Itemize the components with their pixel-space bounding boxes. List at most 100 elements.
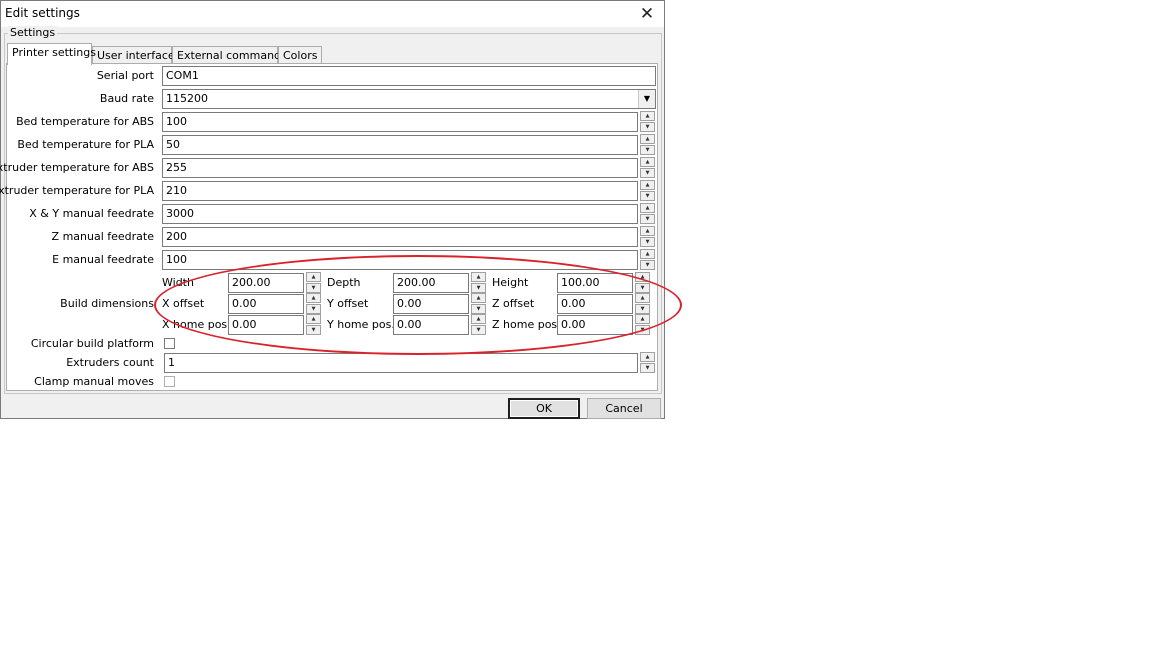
y-offset-spinner[interactable]: ▲ ▼ bbox=[471, 293, 486, 314]
width-spinner[interactable]: ▲ ▼ bbox=[306, 272, 321, 293]
tab-label: Printer settings bbox=[12, 46, 96, 59]
tab-label: Colors bbox=[283, 49, 318, 62]
spin-up-icon[interactable]: ▲ bbox=[306, 293, 321, 303]
xy-feedrate-label: X & Y manual feedrate bbox=[29, 207, 154, 220]
ok-button[interactable]: OK bbox=[508, 398, 580, 419]
width-field[interactable]: 200.00 bbox=[228, 273, 304, 293]
spin-down-icon[interactable]: ▼ bbox=[640, 214, 655, 224]
serial-port-field[interactable]: COM1 bbox=[162, 66, 656, 86]
extruder-pla-spinner[interactable]: ▲ ▼ bbox=[640, 180, 655, 201]
spin-up-icon[interactable]: ▲ bbox=[640, 157, 655, 167]
z-home-spinner[interactable]: ▲ ▼ bbox=[635, 314, 650, 335]
depth-field[interactable]: 200.00 bbox=[393, 273, 469, 293]
spin-down-icon[interactable]: ▼ bbox=[306, 304, 321, 314]
chevron-down-icon[interactable]: ▼ bbox=[638, 90, 655, 108]
spin-up-icon[interactable]: ▲ bbox=[640, 134, 655, 144]
spin-up-icon[interactable]: ▲ bbox=[640, 352, 655, 362]
extruders-count-field[interactable]: 1 bbox=[164, 353, 638, 373]
y-home-field[interactable]: 0.00 bbox=[393, 315, 469, 335]
x-home-spinner[interactable]: ▲ ▼ bbox=[306, 314, 321, 335]
baud-rate-value: 115200 bbox=[166, 92, 208, 105]
spin-up-icon[interactable]: ▲ bbox=[640, 180, 655, 190]
e-feedrate-field[interactable]: 100 bbox=[162, 250, 638, 270]
e-feedrate-label: E manual feedrate bbox=[52, 253, 154, 266]
spin-up-icon[interactable]: ▲ bbox=[640, 203, 655, 213]
spin-up-icon[interactable]: ▲ bbox=[306, 314, 321, 324]
z-feedrate-spinner[interactable]: ▲ ▼ bbox=[640, 226, 655, 247]
x-offset-field[interactable]: 0.00 bbox=[228, 294, 304, 314]
x-home-field[interactable]: 0.00 bbox=[228, 315, 304, 335]
spin-up-icon[interactable]: ▲ bbox=[635, 314, 650, 324]
tab-printer-settings[interactable]: Printer settings bbox=[7, 43, 96, 65]
x-offset-spinner[interactable]: ▲ ▼ bbox=[306, 293, 321, 314]
bed-abs-field[interactable]: 100 bbox=[162, 112, 638, 132]
spin-up-icon[interactable]: ▲ bbox=[635, 272, 650, 282]
xy-feedrate-spinner[interactable]: ▲ ▼ bbox=[640, 203, 655, 224]
depth-spinner[interactable]: ▲ ▼ bbox=[471, 272, 486, 293]
spin-up-icon[interactable]: ▲ bbox=[635, 293, 650, 303]
e-feedrate-spinner[interactable]: ▲ ▼ bbox=[640, 249, 655, 270]
z-offset-label: Z offset bbox=[492, 297, 535, 310]
baud-rate-label: Baud rate bbox=[99, 92, 154, 105]
spin-down-icon[interactable]: ▼ bbox=[306, 283, 321, 293]
tab-external-commands[interactable]: External commands bbox=[172, 46, 287, 64]
bed-pla-spinner[interactable]: ▲ ▼ bbox=[640, 134, 655, 155]
spin-down-icon[interactable]: ▼ bbox=[640, 122, 655, 132]
spin-up-icon[interactable]: ▲ bbox=[640, 249, 655, 259]
bed-pla-field[interactable]: 50 bbox=[162, 135, 638, 155]
spin-down-icon[interactable]: ▼ bbox=[640, 145, 655, 155]
tab-colors[interactable]: Colors bbox=[278, 46, 322, 64]
x-home-label: X home pos. bbox=[162, 318, 231, 331]
y-offset-field[interactable]: 0.00 bbox=[393, 294, 469, 314]
spin-down-icon[interactable]: ▼ bbox=[640, 363, 655, 373]
z-home-field[interactable]: 0.00 bbox=[557, 315, 633, 335]
tab-label: External commands bbox=[177, 49, 287, 62]
spin-down-icon[interactable]: ▼ bbox=[471, 325, 486, 335]
spin-up-icon[interactable]: ▲ bbox=[640, 111, 655, 121]
height-field[interactable]: 100.00 bbox=[557, 273, 633, 293]
spin-up-icon[interactable]: ▲ bbox=[640, 226, 655, 236]
extruder-abs-field[interactable]: 255 bbox=[162, 158, 638, 178]
extruder-abs-spinner[interactable]: ▲ ▼ bbox=[640, 157, 655, 178]
z-home-label: Z home pos. bbox=[492, 318, 561, 331]
extruders-count-spinner[interactable]: ▲ ▼ bbox=[640, 352, 655, 373]
z-feedrate-field[interactable]: 200 bbox=[162, 227, 638, 247]
spin-down-icon[interactable]: ▼ bbox=[640, 168, 655, 178]
spin-down-icon[interactable]: ▼ bbox=[635, 325, 650, 335]
spin-down-icon[interactable]: ▼ bbox=[640, 237, 655, 247]
height-spinner[interactable]: ▲ ▼ bbox=[635, 272, 650, 293]
z-offset-field[interactable]: 0.00 bbox=[557, 294, 633, 314]
depth-label: Depth bbox=[327, 276, 361, 289]
spin-up-icon[interactable]: ▲ bbox=[471, 272, 486, 282]
spin-up-icon[interactable]: ▲ bbox=[306, 272, 321, 282]
extruder-abs-label: Extruder temperature for ABS bbox=[0, 161, 154, 174]
spin-down-icon[interactable]: ▼ bbox=[640, 260, 655, 270]
z-offset-spinner[interactable]: ▲ ▼ bbox=[635, 293, 650, 314]
serial-port-label: Serial port bbox=[96, 69, 154, 82]
spin-down-icon[interactable]: ▼ bbox=[471, 283, 486, 293]
spin-down-icon[interactable]: ▼ bbox=[635, 304, 650, 314]
extruder-pla-field[interactable]: 210 bbox=[162, 181, 638, 201]
cancel-button[interactable]: Cancel bbox=[587, 398, 661, 419]
bed-abs-label: Bed temperature for ABS bbox=[16, 115, 154, 128]
extruders-count-label: Extruders count bbox=[66, 356, 154, 369]
extruder-pla-label: Extruder temperature for PLA bbox=[0, 184, 154, 197]
window-title: Edit settings bbox=[5, 6, 80, 20]
tab-user-interface[interactable]: User interface bbox=[92, 46, 175, 64]
y-offset-label: Y offset bbox=[327, 297, 369, 310]
circular-platform-checkbox[interactable] bbox=[164, 338, 175, 349]
build-dimensions-label: Build dimensions bbox=[60, 297, 154, 310]
baud-rate-select[interactable]: 115200 bbox=[162, 89, 656, 109]
spin-down-icon[interactable]: ▼ bbox=[640, 191, 655, 201]
clamp-moves-checkbox[interactable] bbox=[164, 376, 175, 387]
close-icon[interactable]: ✕ bbox=[634, 2, 660, 26]
spin-down-icon[interactable]: ▼ bbox=[306, 325, 321, 335]
clamp-moves-label: Clamp manual moves bbox=[34, 375, 154, 388]
y-home-spinner[interactable]: ▲ ▼ bbox=[471, 314, 486, 335]
spin-up-icon[interactable]: ▲ bbox=[471, 293, 486, 303]
spin-up-icon[interactable]: ▲ bbox=[471, 314, 486, 324]
xy-feedrate-field[interactable]: 3000 bbox=[162, 204, 638, 224]
spin-down-icon[interactable]: ▼ bbox=[635, 283, 650, 293]
spin-down-icon[interactable]: ▼ bbox=[471, 304, 486, 314]
bed-abs-spinner[interactable]: ▲ ▼ bbox=[640, 111, 655, 132]
